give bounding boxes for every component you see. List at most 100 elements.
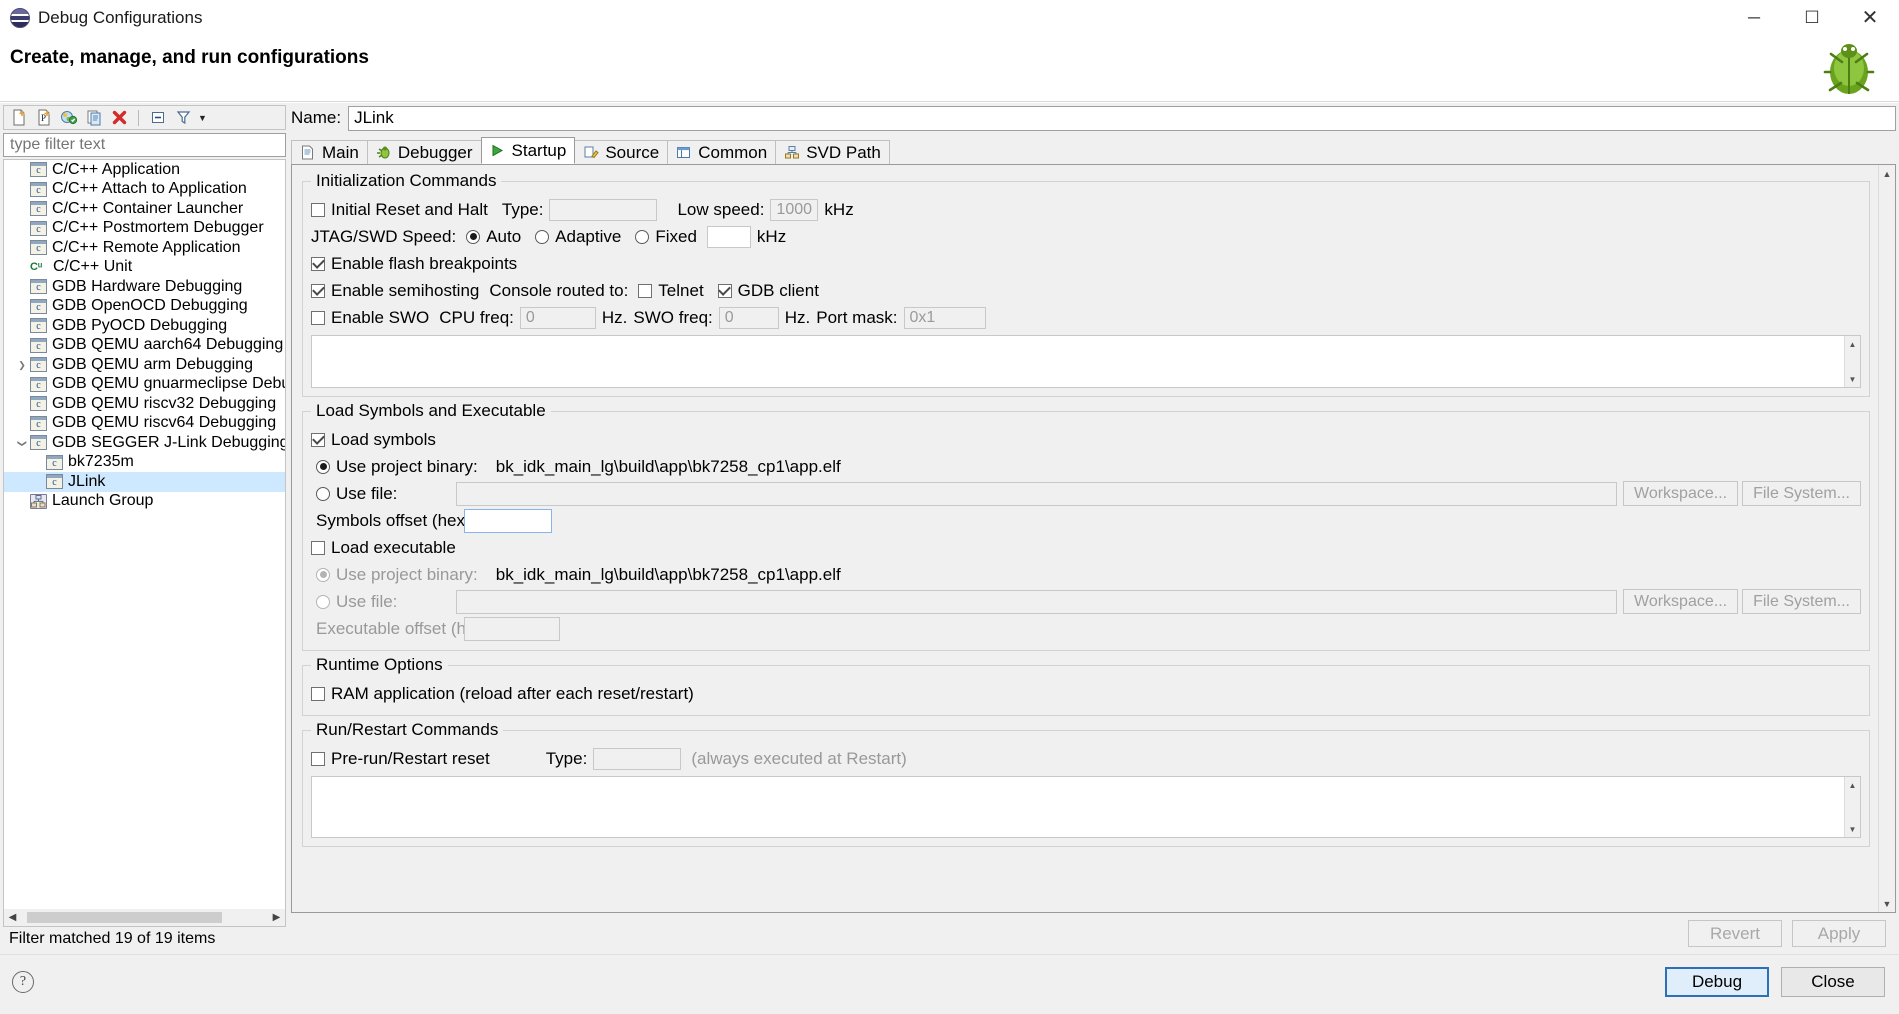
- scroll-up-arrow[interactable]: ▲: [1845, 777, 1860, 793]
- scroll-track[interactable]: [21, 909, 268, 926]
- scroll-up-arrow[interactable]: ▲: [1879, 165, 1895, 182]
- tree-item[interactable]: GDB QEMU gnuarmeclipse Debugging (: [4, 375, 285, 395]
- tab-common-label: Common: [698, 142, 768, 162]
- filter-input[interactable]: [3, 133, 286, 157]
- gdb-client-checkbox[interactable]: [717, 283, 732, 298]
- symbols-filesystem-button[interactable]: File System...: [1742, 481, 1861, 506]
- executable-filesystem-button[interactable]: File System...: [1742, 589, 1861, 614]
- jtag-fixed-input[interactable]: [706, 225, 751, 248]
- jtag-fixed-radio[interactable]: [635, 229, 650, 244]
- tab-common[interactable]: Common: [667, 140, 777, 164]
- load-executable-checkbox[interactable]: [311, 540, 325, 555]
- configurations-tree[interactable]: C/C++ Application C/C++ Attach to Applica…: [3, 159, 286, 909]
- ram-application-checkbox[interactable]: [311, 686, 325, 701]
- tab-debugger[interactable]: Debugger: [366, 140, 482, 164]
- prerun-reset-checkbox[interactable]: [311, 751, 325, 766]
- collapse-all-icon[interactable]: [148, 108, 168, 127]
- symbols-use-file-radio[interactable]: [316, 486, 330, 501]
- cpu-freq-input[interactable]: [519, 306, 596, 329]
- jtag-adaptive-radio[interactable]: [535, 229, 550, 244]
- new-config-icon[interactable]: [9, 108, 29, 127]
- scroll-down-arrow[interactable]: ▼: [1845, 821, 1860, 837]
- load-symbols-checkbox[interactable]: [311, 432, 325, 447]
- duplicate-icon[interactable]: [84, 108, 104, 127]
- tree-item[interactable]: C/C++ Application: [4, 160, 285, 180]
- init-commands-scrollbar[interactable]: ▲ ▼: [1844, 336, 1860, 387]
- reset-type-input[interactable]: [549, 198, 658, 221]
- semihosting-checkbox[interactable]: [311, 283, 325, 298]
- tree-item[interactable]: GDB SEGGER J-Link Debugging: [4, 433, 285, 453]
- initial-reset-label: Initial Reset and Halt: [331, 199, 488, 219]
- symbols-use-project-radio[interactable]: [316, 459, 330, 474]
- prerun-type-input[interactable]: [593, 747, 682, 770]
- tree-item[interactable]: C/C++ Remote Application: [4, 238, 285, 258]
- tree-item[interactable]: GDB OpenOCD Debugging: [4, 297, 285, 317]
- executable-file-input[interactable]: [456, 589, 1618, 614]
- telnet-checkbox[interactable]: [638, 283, 653, 298]
- chevron-right-icon[interactable]: [14, 359, 30, 371]
- close-window-button[interactable]: ✕: [1841, 0, 1899, 36]
- symbols-offset-input[interactable]: [464, 508, 552, 533]
- delete-icon[interactable]: [109, 108, 129, 127]
- scroll-up-arrow[interactable]: ▲: [1845, 336, 1860, 352]
- tree-item[interactable]: GDB PyOCD Debugging: [4, 316, 285, 336]
- tree-item[interactable]: bk7235m: [4, 453, 285, 473]
- tree-item[interactable]: Launch Group: [4, 492, 285, 512]
- tree-item-label: C/C++ Attach to Application: [52, 180, 247, 198]
- symbols-workspace-button[interactable]: Workspace...: [1623, 481, 1739, 506]
- scroll-thumb[interactable]: [27, 912, 222, 923]
- tab-main[interactable]: Main: [291, 140, 368, 164]
- tree-item[interactable]: GDB QEMU riscv32 Debugging: [4, 394, 285, 414]
- init-commands-textarea[interactable]: ▲ ▼: [311, 335, 1861, 388]
- startup-vertical-scrollbar[interactable]: ▲ ▼: [1878, 165, 1895, 912]
- low-speed-input[interactable]: [770, 198, 819, 221]
- tab-debugger-label: Debugger: [397, 142, 473, 162]
- executable-use-project-radio[interactable]: [316, 567, 330, 582]
- help-icon[interactable]: ?: [12, 971, 34, 993]
- tree-item[interactable]: GDB QEMU riscv64 Debugging: [4, 414, 285, 434]
- config-name-label: Name:: [291, 108, 342, 127]
- scroll-right-arrow[interactable]: ▶: [268, 912, 285, 923]
- executable-workspace-button[interactable]: Workspace...: [1623, 589, 1739, 614]
- tree-item[interactable]: Cᵘ C/C++ Unit: [4, 258, 285, 278]
- executable-use-file-radio[interactable]: [316, 594, 330, 609]
- close-button[interactable]: Close: [1781, 967, 1885, 997]
- port-mask-input[interactable]: [903, 306, 986, 329]
- tree-item[interactable]: GDB Hardware Debugging: [4, 277, 285, 297]
- chevron-down-icon[interactable]: ▼: [198, 113, 207, 123]
- runrestart-commands-scrollbar[interactable]: ▲ ▼: [1844, 777, 1860, 837]
- maximize-button[interactable]: ☐: [1783, 0, 1841, 36]
- scroll-left-arrow[interactable]: ◀: [4, 912, 21, 923]
- runrestart-commands-textarea[interactable]: ▲ ▼: [311, 776, 1861, 838]
- chevron-down-icon[interactable]: [14, 437, 30, 449]
- tab-source[interactable]: Source: [574, 140, 669, 164]
- scroll-down-arrow[interactable]: ▼: [1879, 895, 1895, 912]
- tree-item-label: C/C++ Postmortem Debugger: [52, 219, 264, 237]
- tree-item[interactable]: JLink: [4, 472, 285, 492]
- config-name-input[interactable]: [348, 105, 1896, 131]
- flash-breakpoints-checkbox[interactable]: [311, 256, 325, 271]
- tree-horizontal-scrollbar[interactable]: ◀ ▶: [3, 909, 286, 927]
- debug-button[interactable]: Debug: [1665, 967, 1769, 997]
- swo-freq-input[interactable]: [718, 306, 779, 329]
- new-prototype-icon[interactable]: P: [34, 108, 54, 127]
- tab-svd-path[interactable]: SVD Path: [775, 140, 890, 164]
- tree-item[interactable]: GDB QEMU aarch64 Debugging: [4, 336, 285, 356]
- swo-checkbox[interactable]: [311, 310, 325, 325]
- tree-item[interactable]: C/C++ Attach to Application: [4, 180, 285, 200]
- executable-offset-input[interactable]: [464, 616, 560, 641]
- tree-item[interactable]: GDB QEMU arm Debugging: [4, 355, 285, 375]
- symbols-file-input[interactable]: [456, 481, 1618, 506]
- scroll-down-arrow[interactable]: ▼: [1845, 371, 1860, 387]
- minimize-button[interactable]: ─: [1725, 0, 1783, 36]
- initial-reset-checkbox[interactable]: [311, 202, 325, 217]
- tree-item[interactable]: C/C++ Postmortem Debugger: [4, 219, 285, 239]
- filter-icon[interactable]: [173, 108, 193, 127]
- apply-button[interactable]: Apply: [1792, 920, 1886, 947]
- revert-button[interactable]: Revert: [1688, 920, 1782, 947]
- jtag-auto-radio[interactable]: [466, 229, 481, 244]
- export-icon[interactable]: [59, 108, 79, 127]
- tree-item[interactable]: C/C++ Container Launcher: [4, 199, 285, 219]
- toolbar-separator: [138, 109, 139, 126]
- tab-startup[interactable]: Startup: [480, 137, 576, 164]
